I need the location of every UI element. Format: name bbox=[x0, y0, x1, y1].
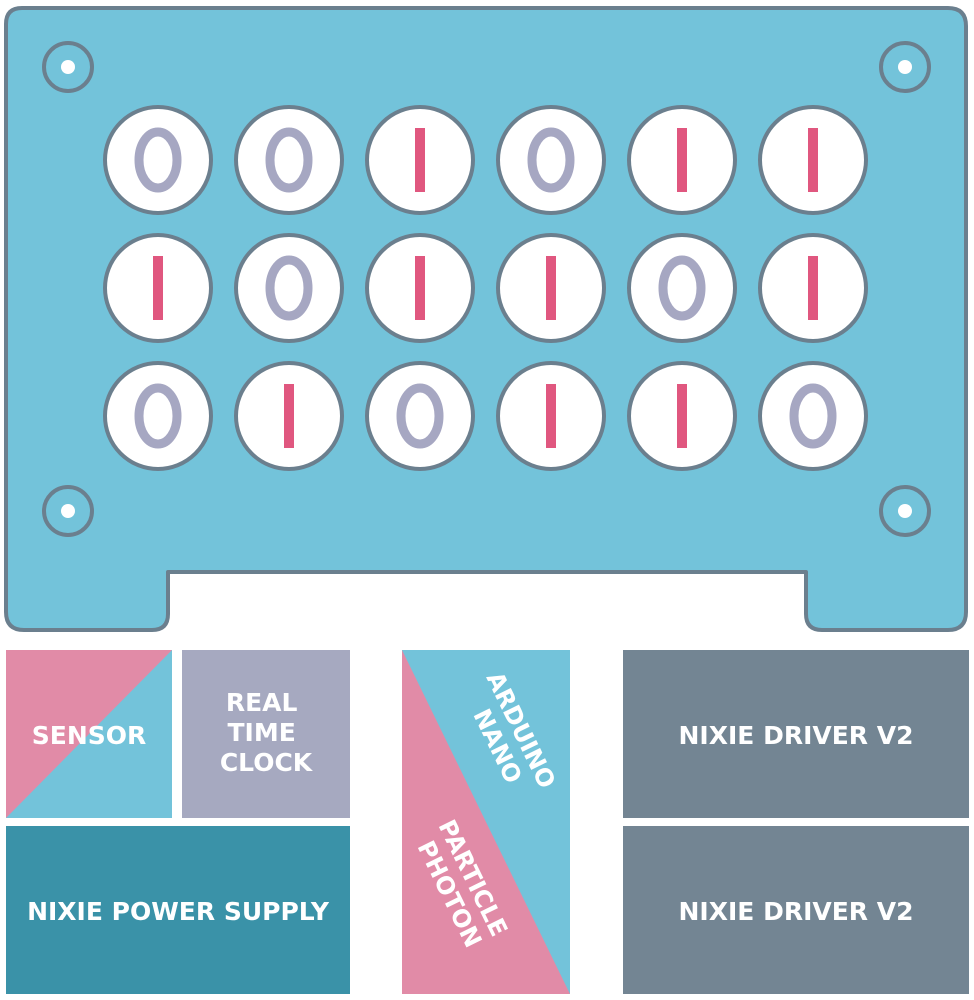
nixie-driver-top-label: NIXIE DRIVER V2 bbox=[678, 721, 913, 750]
nixie-tube bbox=[496, 361, 606, 471]
nixie-tube-glass bbox=[627, 233, 737, 343]
nixie-driver-top: NIXIE DRIVER V2 bbox=[623, 650, 969, 818]
rtc-label-line-1: REAL bbox=[226, 688, 298, 717]
nixie-tube bbox=[627, 105, 737, 215]
rtc-label-line-2: TIME bbox=[227, 718, 295, 747]
nixie-tube bbox=[365, 105, 475, 215]
nixie-tube bbox=[758, 105, 868, 215]
nixie-driver-bottom-label: NIXIE DRIVER V2 bbox=[678, 897, 913, 926]
nixie-tube bbox=[365, 361, 475, 471]
front-panel bbox=[4, 6, 968, 632]
nixie-tube bbox=[234, 233, 344, 343]
nixie-digit-one bbox=[415, 128, 425, 192]
nixie-tube bbox=[365, 233, 475, 343]
nixie-clock-layout-diagram: SENSOR REAL TIME CLOCK NIXIE POWER SUPPL… bbox=[4, 6, 969, 994]
nixie-digit-one bbox=[153, 256, 163, 320]
nixie-tube bbox=[103, 361, 213, 471]
nixie-digit-one bbox=[546, 256, 556, 320]
nixie-digit-one bbox=[284, 384, 294, 448]
sensor-label: SENSOR bbox=[32, 721, 147, 750]
rtc-label-line-3: CLOCK bbox=[220, 748, 314, 777]
nixie-tube bbox=[627, 361, 737, 471]
nixie-tube-glass bbox=[496, 105, 606, 215]
nixie-tube bbox=[758, 233, 868, 343]
nixie-driver-bottom: NIXIE DRIVER V2 bbox=[623, 826, 969, 994]
nixie-digit-one bbox=[808, 128, 818, 192]
nixie-tube-glass bbox=[103, 105, 213, 215]
rtc-label: REAL TIME CLOCK bbox=[220, 688, 314, 777]
nixie-tube bbox=[234, 105, 344, 215]
nixie-digit-one bbox=[677, 384, 687, 448]
nixie-tube bbox=[758, 361, 868, 471]
nixie-tube-glass bbox=[365, 361, 475, 471]
nixie-tube-glass bbox=[103, 361, 213, 471]
power-supply-module: NIXIE POWER SUPPLY bbox=[6, 826, 350, 994]
nixie-tube bbox=[103, 233, 213, 343]
nixie-tube-glass bbox=[234, 233, 344, 343]
nixie-tube bbox=[103, 105, 213, 215]
nixie-digit-one bbox=[808, 256, 818, 320]
power-supply-label: NIXIE POWER SUPPLY bbox=[27, 897, 330, 926]
nixie-digit-one bbox=[415, 256, 425, 320]
nixie-tube-glass bbox=[758, 361, 868, 471]
nixie-tube bbox=[627, 233, 737, 343]
sensor-module: SENSOR bbox=[6, 650, 172, 818]
microcontroller-module: ARDUINO NANO PARTICLE PHOTON bbox=[402, 650, 570, 994]
nixie-digit-one bbox=[546, 384, 556, 448]
nixie-tube-glass bbox=[234, 105, 344, 215]
rtc-module: REAL TIME CLOCK bbox=[182, 650, 350, 818]
nixie-tube bbox=[496, 105, 606, 215]
nixie-tube bbox=[234, 361, 344, 471]
nixie-tube bbox=[496, 233, 606, 343]
nixie-digit-one bbox=[677, 128, 687, 192]
